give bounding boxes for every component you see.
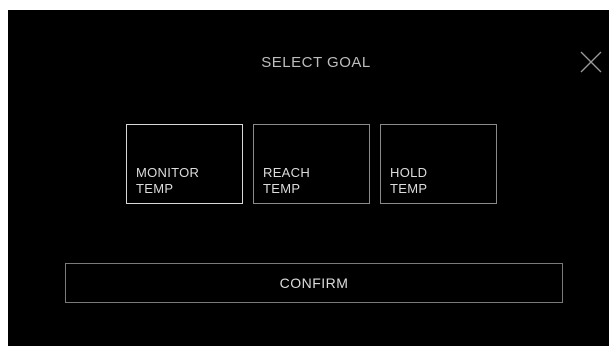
goal-option-label: HOLD TEMP (390, 165, 490, 197)
goal-option-label-line1: MONITOR (136, 165, 200, 180)
close-button[interactable] (580, 51, 602, 73)
goal-option-hold-temp[interactable]: HOLD TEMP (380, 124, 497, 204)
goal-option-label: REACH TEMP (263, 165, 363, 197)
goal-option-label-line2: TEMP (136, 181, 174, 196)
goal-option-label-line1: REACH (263, 165, 311, 180)
goal-option-monitor-temp[interactable]: MONITOR TEMP (126, 124, 243, 204)
goal-options: MONITOR TEMP REACH TEMP HOLD TEMP (126, 124, 497, 204)
goal-option-label-line2: TEMP (390, 181, 428, 196)
goal-option-label-line2: TEMP (263, 181, 301, 196)
select-goal-screen: SELECT GOAL MONITOR TEMP REACH TEMP HOLD (8, 10, 609, 346)
page-title: SELECT GOAL (261, 54, 371, 71)
close-icon (580, 51, 602, 73)
goal-option-label: MONITOR TEMP (136, 165, 236, 197)
confirm-button[interactable]: CONFIRM (65, 263, 563, 303)
goal-option-label-line1: HOLD (390, 165, 428, 180)
goal-option-reach-temp[interactable]: REACH TEMP (253, 124, 370, 204)
